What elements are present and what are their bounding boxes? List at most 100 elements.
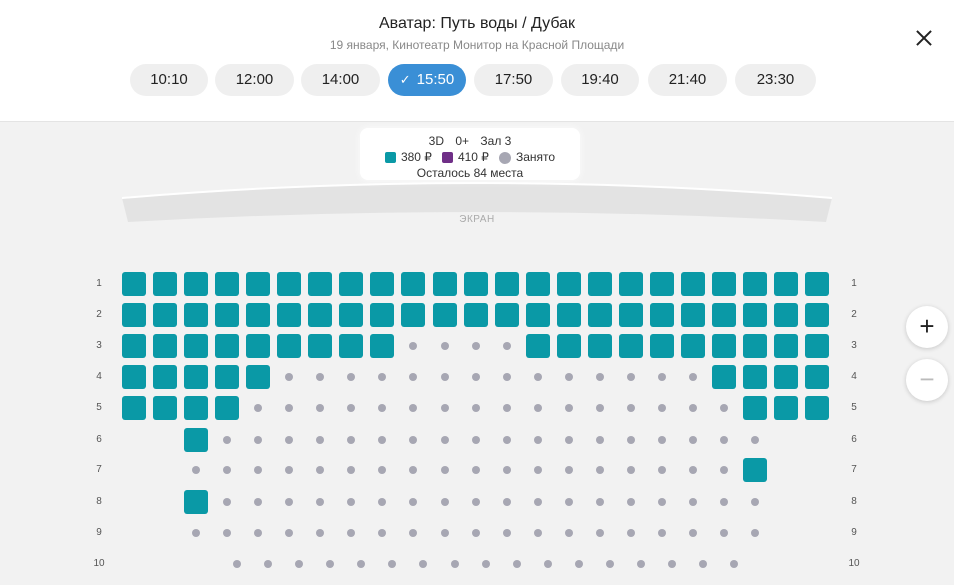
seat-available[interactable] bbox=[370, 272, 395, 296]
seat-available[interactable] bbox=[122, 272, 146, 296]
row-label-right: 7 bbox=[851, 464, 857, 475]
seat-available[interactable] bbox=[215, 272, 240, 296]
seat-available[interactable] bbox=[339, 303, 364, 327]
seat-available[interactable] bbox=[680, 303, 705, 327]
seat-available[interactable] bbox=[153, 272, 178, 296]
seat-available[interactable] bbox=[743, 458, 767, 482]
seat-available[interactable] bbox=[525, 334, 550, 358]
seat-available[interactable] bbox=[649, 272, 674, 296]
seat-available[interactable] bbox=[184, 396, 209, 420]
seat-available[interactable] bbox=[339, 334, 364, 358]
seat-available[interactable] bbox=[184, 272, 209, 296]
seat-available[interactable] bbox=[246, 303, 271, 327]
seat-available[interactable] bbox=[711, 334, 736, 358]
seat-available[interactable] bbox=[587, 303, 612, 327]
showtime-1200[interactable]: 12:00 bbox=[215, 64, 294, 96]
seat-available[interactable] bbox=[711, 272, 736, 296]
seat-available[interactable] bbox=[463, 303, 488, 327]
seat-available[interactable] bbox=[618, 272, 643, 296]
seat-available[interactable] bbox=[246, 334, 271, 358]
showtime-1010[interactable]: 10:10 bbox=[130, 64, 208, 96]
seat-available[interactable] bbox=[805, 272, 830, 296]
showtime-1550[interactable]: ✓ 15:50 bbox=[388, 64, 466, 96]
seat-available[interactable] bbox=[122, 396, 146, 420]
seat-available[interactable] bbox=[774, 334, 799, 358]
seat-available[interactable] bbox=[401, 303, 426, 327]
seat-available[interactable] bbox=[246, 272, 271, 296]
seat-available[interactable] bbox=[215, 365, 240, 389]
seat-available[interactable] bbox=[308, 303, 333, 327]
seat-available[interactable] bbox=[370, 303, 395, 327]
seat-available[interactable] bbox=[308, 334, 333, 358]
seat-available[interactable] bbox=[618, 303, 643, 327]
seat-available[interactable] bbox=[153, 396, 178, 420]
seat-taken bbox=[285, 404, 294, 412]
seat-available[interactable] bbox=[556, 272, 581, 296]
seat-available[interactable] bbox=[805, 303, 830, 327]
seat-available[interactable] bbox=[680, 272, 705, 296]
showtime-2330[interactable]: 23:30 bbox=[735, 64, 816, 96]
seat-available[interactable] bbox=[277, 272, 302, 296]
seat-available[interactable] bbox=[184, 365, 209, 389]
seat-taken bbox=[223, 498, 232, 506]
seat-available[interactable] bbox=[339, 272, 364, 296]
seat-available[interactable] bbox=[743, 303, 767, 327]
seat-taken bbox=[502, 466, 511, 474]
seat-available[interactable] bbox=[122, 303, 146, 327]
seat-available[interactable] bbox=[184, 490, 209, 514]
showtime-1400[interactable]: 14:00 bbox=[301, 64, 380, 96]
seat-available[interactable] bbox=[711, 365, 736, 389]
seat-taken bbox=[285, 498, 294, 506]
seat-available[interactable] bbox=[618, 334, 643, 358]
seat-available[interactable] bbox=[525, 272, 550, 296]
seat-available[interactable] bbox=[122, 334, 146, 358]
seat-available[interactable] bbox=[184, 428, 209, 452]
showtime-2140[interactable]: 21:40 bbox=[648, 64, 727, 96]
seat-available[interactable] bbox=[432, 272, 457, 296]
seat-available[interactable] bbox=[153, 303, 178, 327]
showtime-1940[interactable]: 19:40 bbox=[561, 64, 639, 96]
zoom-out-button[interactable]: − bbox=[906, 359, 948, 401]
seat-available[interactable] bbox=[308, 272, 333, 296]
seat-available[interactable] bbox=[277, 303, 302, 327]
seat-available[interactable] bbox=[587, 272, 612, 296]
seat-available[interactable] bbox=[743, 272, 767, 296]
seat-available[interactable] bbox=[401, 272, 426, 296]
seat-available[interactable] bbox=[184, 303, 209, 327]
seat-available[interactable] bbox=[587, 334, 612, 358]
close-icon[interactable] bbox=[912, 26, 936, 50]
seat-available[interactable] bbox=[774, 272, 799, 296]
zoom-in-button[interactable]: + bbox=[906, 306, 948, 348]
seat-available[interactable] bbox=[711, 303, 736, 327]
seat-available[interactable] bbox=[743, 365, 767, 389]
seat-available[interactable] bbox=[277, 334, 302, 358]
seat-available[interactable] bbox=[246, 365, 271, 389]
seat-available[interactable] bbox=[184, 334, 209, 358]
seat-available[interactable] bbox=[370, 334, 395, 358]
seat-available[interactable] bbox=[556, 334, 581, 358]
seat-available[interactable] bbox=[153, 365, 178, 389]
seat-available[interactable] bbox=[774, 303, 799, 327]
seat-available[interactable] bbox=[215, 334, 240, 358]
seat-available[interactable] bbox=[743, 334, 767, 358]
seat-available[interactable] bbox=[805, 334, 830, 358]
seat-available[interactable] bbox=[805, 396, 830, 420]
seat-available[interactable] bbox=[649, 334, 674, 358]
seat-available[interactable] bbox=[432, 303, 457, 327]
seat-available[interactable] bbox=[494, 303, 519, 327]
seat-available[interactable] bbox=[215, 396, 240, 420]
seat-available[interactable] bbox=[649, 303, 674, 327]
seat-available[interactable] bbox=[525, 303, 550, 327]
seat-available[interactable] bbox=[122, 365, 146, 389]
seat-available[interactable] bbox=[680, 334, 705, 358]
seat-available[interactable] bbox=[774, 365, 799, 389]
seat-available[interactable] bbox=[494, 272, 519, 296]
seat-available[interactable] bbox=[805, 365, 830, 389]
showtime-1750[interactable]: 17:50 bbox=[474, 64, 553, 96]
seat-available[interactable] bbox=[463, 272, 488, 296]
seat-available[interactable] bbox=[556, 303, 581, 327]
seat-available[interactable] bbox=[153, 334, 178, 358]
seat-available[interactable] bbox=[743, 396, 767, 420]
seat-available[interactable] bbox=[774, 396, 799, 420]
seat-available[interactable] bbox=[215, 303, 240, 327]
